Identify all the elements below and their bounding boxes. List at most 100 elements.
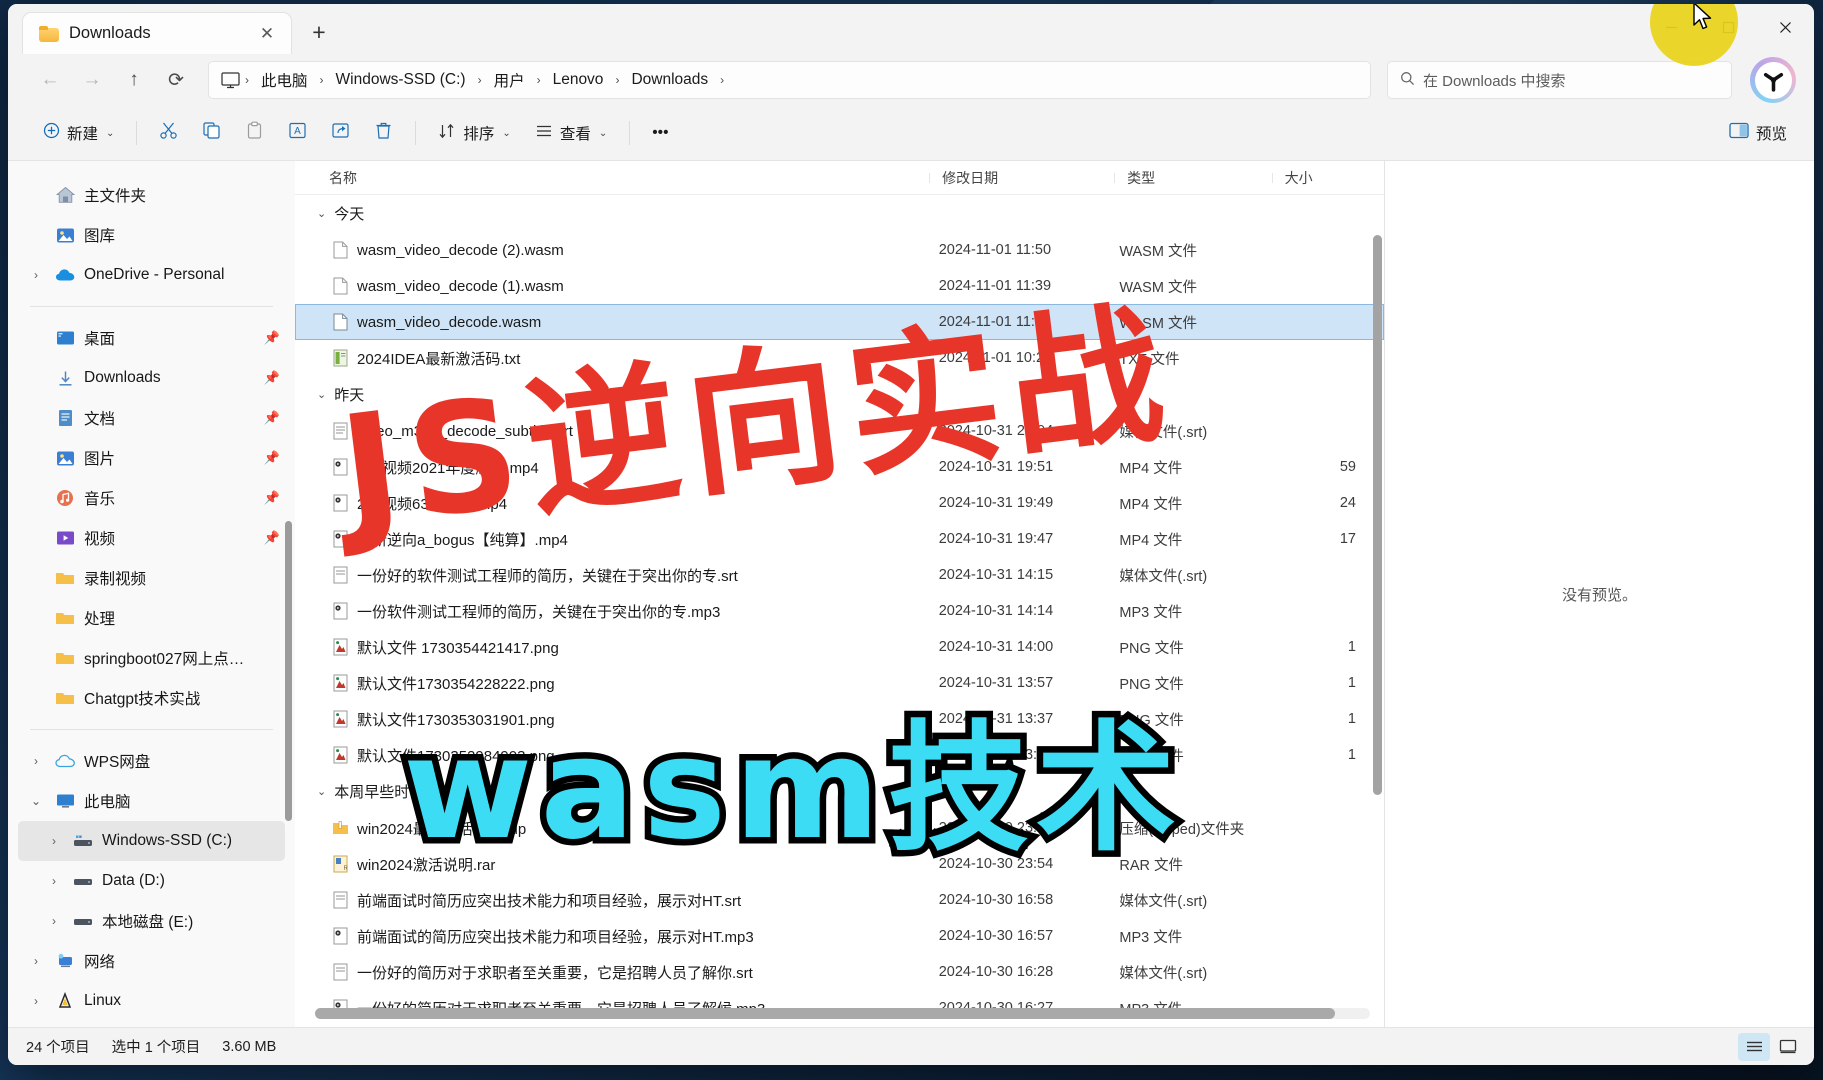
minimize-button[interactable]: [1643, 4, 1700, 51]
close-tab-icon[interactable]: ✕: [253, 20, 281, 48]
back-button[interactable]: ←: [30, 62, 70, 98]
chevron-right-icon[interactable]: ›: [26, 754, 46, 768]
sidebar-item-pictures[interactable]: › 图片 📌: [18, 438, 285, 478]
sidebar-item-local-disk-e[interactable]: › 本地磁盘 (E:): [18, 901, 285, 941]
preview-pane-button[interactable]: 预览: [1718, 114, 1798, 152]
tab-downloads[interactable]: Downloads ✕: [22, 12, 292, 54]
breadcrumb-item-2[interactable]: 用户: [486, 66, 533, 94]
table-row[interactable]: 前端面试的简历应突出技术能力和项目经验，展示对HT.mp3 2024-10-30…: [295, 918, 1384, 954]
share-button[interactable]: [320, 114, 361, 152]
search-input[interactable]: 在 Downloads 中搜索: [1387, 61, 1732, 99]
chevron-down-icon[interactable]: ⌄: [317, 207, 326, 220]
table-row[interactable]: 一份好的软件测试工程师的简历，关键在于突出你的专.srt 2024-10-31 …: [295, 557, 1384, 593]
pin-icon[interactable]: 📌: [259, 330, 285, 346]
chevron-right-icon[interactable]: ›: [44, 914, 64, 928]
chevron-down-icon[interactable]: ⌄: [317, 388, 326, 401]
table-row[interactable]: 2024IDEA最新激活码.txt 2024-11-01 10:24 TXT 文…: [295, 340, 1384, 376]
table-row[interactable]: 默认文件1730354228222.png 2024-10-31 13:57 P…: [295, 665, 1384, 701]
sidebar-item-documents[interactable]: › 文档 📌: [18, 398, 285, 438]
sidebar-item-wps-cloud[interactable]: › WPS网盘: [18, 741, 285, 781]
file-list-scrollbar[interactable]: [1373, 235, 1382, 997]
avatar[interactable]: [1750, 57, 1796, 103]
table-row[interactable]: 一份好的简历对于求职者至关重要，它是招聘人员了解你.srt 2024-10-30…: [295, 954, 1384, 990]
view-button[interactable]: 查看 ⌄: [524, 114, 618, 152]
maximize-button[interactable]: [1700, 4, 1757, 51]
sidebar-item-this-pc[interactable]: ⌄ 此电脑: [18, 781, 285, 821]
more-options-button[interactable]: •••: [641, 114, 679, 152]
sidebar-item-onedrive[interactable]: › OneDrive - Personal: [18, 255, 285, 295]
breadcrumb-item-1[interactable]: Windows-SSD (C:): [328, 68, 474, 92]
forward-button[interactable]: →: [72, 62, 112, 98]
sort-button[interactable]: 排序 ⌄: [427, 114, 521, 152]
table-row[interactable]: win2024最新激活工具.zip 2024-10-30 23:55 压缩(zi…: [295, 810, 1384, 846]
sidebar-item-gallery[interactable]: › 图库: [18, 215, 285, 255]
column-header-date[interactable]: 修改日期: [930, 168, 1116, 188]
new-button[interactable]: 新建 ⌄: [32, 114, 125, 152]
close-window-button[interactable]: [1757, 4, 1814, 51]
table-row[interactable]: 前端面试时简历应突出技术能力和项目经验，展示对HT.srt 2024-10-30…: [295, 882, 1384, 918]
breadcrumb[interactable]: › 此电脑 › Windows-SSD (C:) › 用户 › Lenovo ›…: [208, 61, 1371, 99]
column-header-name[interactable]: 名称: [317, 168, 931, 188]
table-row[interactable]: 默认文件 1730354421417.png 2024-10-31 14:00 …: [295, 629, 1384, 665]
pin-icon[interactable]: 📌: [259, 370, 285, 386]
breadcrumb-item-3[interactable]: Lenovo: [545, 68, 612, 92]
table-row[interactable]: 默认文件1730353031901.png 2024-10-31 13:37 P…: [295, 701, 1384, 737]
breadcrumb-item-0[interactable]: 此电脑: [253, 66, 316, 94]
sidebar-item-processing[interactable]: › 处理: [18, 598, 285, 638]
pin-icon[interactable]: 📌: [259, 450, 285, 466]
up-button[interactable]: ↑: [114, 62, 154, 98]
chevron-down-icon[interactable]: ⌄: [317, 785, 326, 798]
table-row[interactable]: 默认文件1730352984903.png 2024-10-31 13:36 P…: [295, 737, 1384, 773]
sidebar-item-home[interactable]: › 主文件夹: [18, 175, 285, 215]
chevron-right-icon[interactable]: ›: [26, 954, 46, 968]
sidebar-item-network[interactable]: › 网络: [18, 941, 285, 981]
file-list-scrollbar-thumb[interactable]: [1373, 235, 1382, 795]
table-row-selected[interactable]: wasm_video_decode.wasm 2024-11-01 11:38 …: [295, 304, 1384, 340]
chevron-right-icon[interactable]: ›: [44, 834, 64, 848]
copy-button[interactable]: [191, 114, 232, 152]
sidebar-item-recorded-videos[interactable]: › 录制视频: [18, 558, 285, 598]
chevron-down-icon[interactable]: ⌄: [26, 794, 46, 808]
table-row[interactable]: video_m3u8_decode_subtitle.srt 2024-10-3…: [295, 413, 1384, 449]
sidebar-item-windows-ssd-c[interactable]: › Windows-SSD (C:): [18, 821, 285, 861]
chevron-right-icon[interactable]: ›: [44, 874, 64, 888]
paste-button[interactable]: [234, 114, 275, 152]
sidebar-item-chatgpt[interactable]: › Chatgpt技术实战: [18, 678, 285, 718]
refresh-button[interactable]: ⟳: [156, 62, 196, 98]
cut-button[interactable]: [148, 114, 189, 152]
file-list-horizontal-scrollbar-thumb[interactable]: [315, 1008, 1335, 1019]
breadcrumb-item-4[interactable]: Downloads: [623, 68, 716, 92]
group-header-earlier-this-week[interactable]: ⌄ 本周早些时候: [295, 773, 1384, 810]
column-header-type[interactable]: 类型: [1115, 168, 1274, 188]
delete-button[interactable]: [363, 114, 404, 152]
new-tab-button[interactable]: +: [302, 15, 336, 49]
table-row[interactable]: wasm_video_decode (1).wasm 2024-11-01 11…: [295, 268, 1384, 304]
pin-icon[interactable]: 📌: [259, 410, 285, 426]
group-header-yesterday[interactable]: ⌄ 昨天: [295, 376, 1384, 413]
rename-button[interactable]: A: [277, 114, 318, 152]
table-row[interactable]: wasm_video_decode (2).wasm 2024-11-01 11…: [295, 232, 1384, 268]
pin-icon[interactable]: 📌: [259, 530, 285, 546]
sidebar-item-videos[interactable]: › 视频 📌: [18, 518, 285, 558]
pin-icon[interactable]: 📌: [259, 490, 285, 506]
sidebar-scrollbar-thumb[interactable]: [285, 521, 292, 821]
group-header-today[interactable]: ⌄ 今天: [295, 195, 1384, 232]
table-row[interactable]: 265视频2021年度解析.mp4 2024-10-31 19:51 MP4 文…: [295, 449, 1384, 485]
table-row[interactable]: 最新逆向a_bogus【纯算】.mp4 2024-10-31 19:47 MP4…: [295, 521, 1384, 557]
chevron-right-icon[interactable]: ›: [26, 994, 46, 1008]
sidebar-item-desktop[interactable]: › 桌面 📌: [18, 318, 285, 358]
table-row[interactable]: R win2024激活说明.rar 2024-10-30 23:54 RAR 文…: [295, 846, 1384, 882]
table-row[interactable]: 265视频63位解码.mp4 2024-10-31 19:49 MP4 文件 2…: [295, 485, 1384, 521]
sidebar-item-data-d[interactable]: › Data (D:): [18, 861, 285, 901]
sidebar-item-springboot027[interactable]: › springboot027网上点餐系统: [18, 638, 285, 678]
chevron-right-icon[interactable]: ›: [26, 268, 46, 282]
file-list-horizontal-scrollbar[interactable]: [315, 1008, 1370, 1019]
sidebar-item-label: OneDrive - Personal: [84, 266, 225, 283]
sidebar-item-linux[interactable]: › Linux: [18, 981, 285, 1021]
sidebar-item-downloads[interactable]: › Downloads 📌: [18, 358, 285, 398]
tiles-view-button[interactable]: [1772, 1033, 1804, 1061]
column-header-size[interactable]: 大小: [1273, 168, 1384, 188]
table-row[interactable]: 一份软件测试工程师的简历，关键在于突出你的专.mp3 2024-10-31 14…: [295, 593, 1384, 629]
details-view-button[interactable]: [1738, 1032, 1770, 1061]
sidebar-item-music[interactable]: › 音乐 📌: [18, 478, 285, 518]
